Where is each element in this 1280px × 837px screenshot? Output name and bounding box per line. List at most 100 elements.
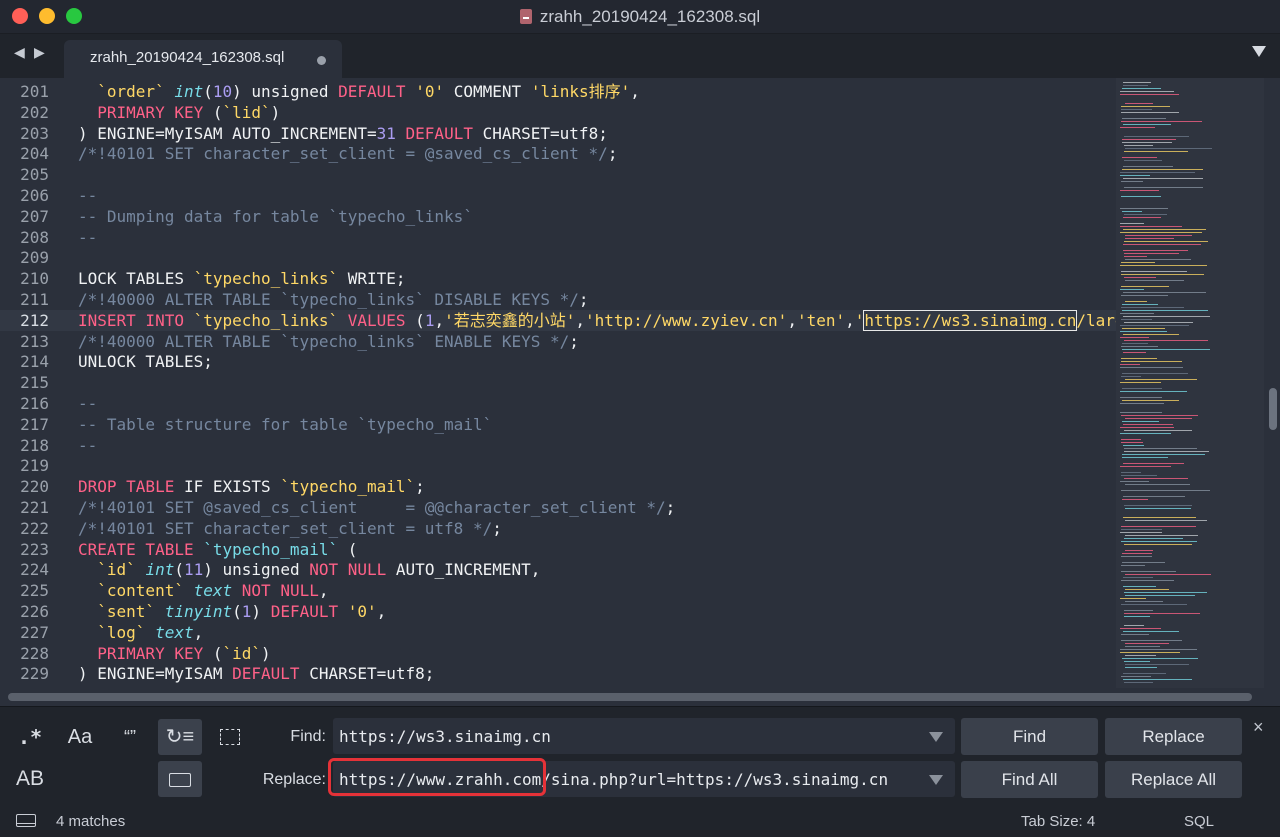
minimap-line bbox=[1121, 529, 1162, 530]
code-line[interactable]: 201 `order` int(10) unsigned DEFAULT '0'… bbox=[0, 81, 1116, 102]
code-line[interactable]: 223 CREATE TABLE `typecho_mail` ( bbox=[0, 539, 1116, 560]
minimap-line bbox=[1123, 217, 1161, 218]
code-line[interactable]: 224 `id` int(11) unsigned NOT NULL AUTO_… bbox=[0, 559, 1116, 580]
code-line[interactable]: 229) ENGINE=MyISAM DEFAULT CHARSET=utf8; bbox=[0, 663, 1116, 684]
code-line[interactable]: 212 INSERT INTO `typecho_links` VALUES (1… bbox=[0, 309, 1116, 331]
replace-button[interactable]: Replace bbox=[1105, 718, 1242, 755]
tab-list-dropdown-icon[interactable] bbox=[1252, 46, 1266, 57]
line-code[interactable]: `order` int(10) unsigned DEFAULT '0' COM… bbox=[78, 81, 640, 102]
line-code[interactable]: /*!40000 ALTER TABLE `typecho_links` DIS… bbox=[78, 289, 589, 310]
code-line[interactable]: 216 -- bbox=[0, 393, 1116, 414]
replace-all-button[interactable]: Replace All bbox=[1105, 761, 1242, 798]
panel-toggle-icon[interactable] bbox=[16, 814, 36, 827]
tab-file[interactable]: zrahh_20190424_162308.sql bbox=[64, 40, 342, 78]
line-code[interactable]: PRIMARY KEY (`id`) bbox=[78, 643, 270, 664]
code-line[interactable]: 210 LOCK TABLES `typecho_links` WRITE; bbox=[0, 268, 1116, 289]
line-number: 206 bbox=[20, 186, 49, 205]
line-code[interactable]: INSERT INTO `typecho_links` VALUES (1,'若… bbox=[78, 309, 1116, 331]
code-line[interactable]: 208 -- bbox=[0, 227, 1116, 248]
horizontal-scrollbar-thumb[interactable] bbox=[8, 693, 1252, 701]
line-code[interactable]: -- Table structure for table `typecho_ma… bbox=[78, 414, 492, 435]
line-code[interactable]: `log` text, bbox=[78, 622, 203, 643]
tab-forward-icon[interactable]: ▶ bbox=[34, 44, 45, 61]
minimap-line bbox=[1121, 346, 1158, 347]
find-input[interactable] bbox=[339, 721, 909, 751]
in-selection-toggle[interactable] bbox=[208, 719, 252, 755]
whole-word-toggle[interactable]: “” bbox=[108, 719, 152, 755]
minimap-line bbox=[1121, 181, 1143, 182]
minimap-line bbox=[1121, 556, 1152, 557]
code-line[interactable]: 227 `log` text, bbox=[0, 622, 1116, 643]
line-code[interactable]: /*!40000 ALTER TABLE `typecho_links` ENA… bbox=[78, 331, 579, 352]
line-code[interactable]: `content` text NOT NULL, bbox=[78, 580, 328, 601]
highlight-matches-toggle[interactable] bbox=[158, 761, 202, 797]
code-line[interactable]: 205 bbox=[0, 164, 1116, 185]
minimap-line bbox=[1121, 580, 1174, 581]
wrap-toggle[interactable]: ↻≡ bbox=[158, 719, 202, 755]
vertical-scrollbar-thumb[interactable] bbox=[1269, 388, 1277, 430]
vertical-scrollbar[interactable] bbox=[1266, 78, 1280, 690]
regex-toggle[interactable]: .* bbox=[8, 719, 52, 755]
minimap-line bbox=[1124, 538, 1183, 539]
code-editor[interactable]: 201 `order` int(10) unsigned DEFAULT '0'… bbox=[0, 78, 1116, 690]
tab-back-icon[interactable]: ◀ bbox=[14, 44, 25, 61]
minimap-line bbox=[1122, 211, 1142, 212]
minimap-line bbox=[1120, 403, 1164, 404]
code-line[interactable]: 220 DROP TABLE IF EXISTS `typecho_mail`; bbox=[0, 476, 1116, 497]
tab-size-selector[interactable]: Tab Size: 4 bbox=[1021, 813, 1095, 830]
line-code[interactable]: UNLOCK TABLES; bbox=[78, 351, 213, 372]
code-line[interactable]: 214 UNLOCK TABLES; bbox=[0, 351, 1116, 372]
minimap-line bbox=[1125, 535, 1198, 536]
close-panel-icon[interactable]: × bbox=[1253, 717, 1264, 738]
code-line[interactable]: 228 PRIMARY KEY (`id`) bbox=[0, 643, 1116, 664]
minimap-line bbox=[1124, 340, 1208, 341]
code-line[interactable]: 204 /*!40101 SET character_set_client = @… bbox=[0, 143, 1116, 164]
line-code[interactable]: -- bbox=[78, 435, 97, 456]
code-line[interactable]: 203) ENGINE=MyISAM AUTO_INCREMENT=31 DEF… bbox=[0, 123, 1116, 144]
find-field[interactable] bbox=[333, 718, 955, 754]
line-number: 220 bbox=[20, 477, 49, 497]
horizontal-scrollbar[interactable] bbox=[0, 690, 1280, 706]
line-code[interactable]: `sent` tinyint(1) DEFAULT '0', bbox=[78, 601, 386, 622]
code-line[interactable]: 221 /*!40101 SET @saved_cs_client = @@cha… bbox=[0, 497, 1116, 518]
preserve-case-toggle[interactable]: AB bbox=[8, 761, 52, 797]
line-code[interactable]: -- bbox=[78, 185, 97, 206]
syntax-selector[interactable]: SQL bbox=[1184, 813, 1214, 830]
line-code[interactable]: CREATE TABLE `typecho_mail` ( bbox=[78, 539, 357, 560]
line-code[interactable]: ) ENGINE=MyISAM DEFAULT CHARSET=utf8; bbox=[78, 663, 434, 684]
line-code[interactable]: -- bbox=[78, 227, 97, 248]
code-line[interactable]: 217 -- Table structure for table `typecho… bbox=[0, 414, 1116, 435]
code-line[interactable]: 222 /*!40101 SET character_set_client = u… bbox=[0, 518, 1116, 539]
code-line[interactable]: 226 `sent` tinyint(1) DEFAULT '0', bbox=[0, 601, 1116, 622]
line-code[interactable]: PRIMARY KEY (`lid`) bbox=[78, 102, 280, 123]
line-code[interactable]: ) ENGINE=MyISAM AUTO_INCREMENT=31 DEFAUL… bbox=[78, 123, 608, 144]
code-line[interactable]: 213 /*!40000 ALTER TABLE `typecho_links` … bbox=[0, 331, 1116, 352]
line-code[interactable]: LOCK TABLES `typecho_links` WRITE; bbox=[78, 268, 406, 289]
minimap-line bbox=[1125, 148, 1212, 149]
line-code[interactable]: /*!40101 SET character_set_client = utf8… bbox=[78, 518, 502, 539]
line-code[interactable]: `id` int(11) unsigned NOT NULL AUTO_INCR… bbox=[78, 559, 540, 580]
line-code[interactable]: /*!40101 SET @saved_cs_client = @@charac… bbox=[78, 497, 675, 518]
line-code[interactable]: -- bbox=[78, 393, 97, 414]
find-all-button[interactable]: Find All bbox=[961, 761, 1098, 798]
line-code[interactable]: -- Dumping data for table `typecho_links… bbox=[78, 206, 473, 227]
code-line[interactable]: 211 /*!40000 ALTER TABLE `typecho_links` … bbox=[0, 289, 1116, 310]
case-sensitive-toggle[interactable]: Aa bbox=[58, 719, 102, 755]
line-code[interactable]: /*!40101 SET character_set_client = @sav… bbox=[78, 143, 617, 164]
line-code[interactable]: DROP TABLE IF EXISTS `typecho_mail`; bbox=[78, 476, 425, 497]
find-history-dropdown-icon[interactable] bbox=[929, 732, 943, 742]
code-line[interactable]: 206 -- bbox=[0, 185, 1116, 206]
minimap-line bbox=[1121, 676, 1151, 677]
code-line[interactable]: 209 bbox=[0, 247, 1116, 268]
unsaved-dot-icon[interactable] bbox=[317, 56, 326, 65]
find-button[interactable]: Find bbox=[961, 718, 1098, 755]
code-line[interactable]: 219 bbox=[0, 455, 1116, 476]
code-line[interactable]: 207 -- Dumping data for table `typecho_li… bbox=[0, 206, 1116, 227]
code-line[interactable]: 218 -- bbox=[0, 435, 1116, 456]
window-title: zrahh_20190424_162308.sql bbox=[0, 0, 1280, 33]
code-line[interactable]: 202 PRIMARY KEY (`lid`) bbox=[0, 102, 1116, 123]
minimap[interactable] bbox=[1116, 78, 1264, 688]
replace-history-dropdown-icon[interactable] bbox=[929, 775, 943, 785]
code-line[interactable]: 215 bbox=[0, 372, 1116, 393]
code-line[interactable]: 225 `content` text NOT NULL, bbox=[0, 580, 1116, 601]
